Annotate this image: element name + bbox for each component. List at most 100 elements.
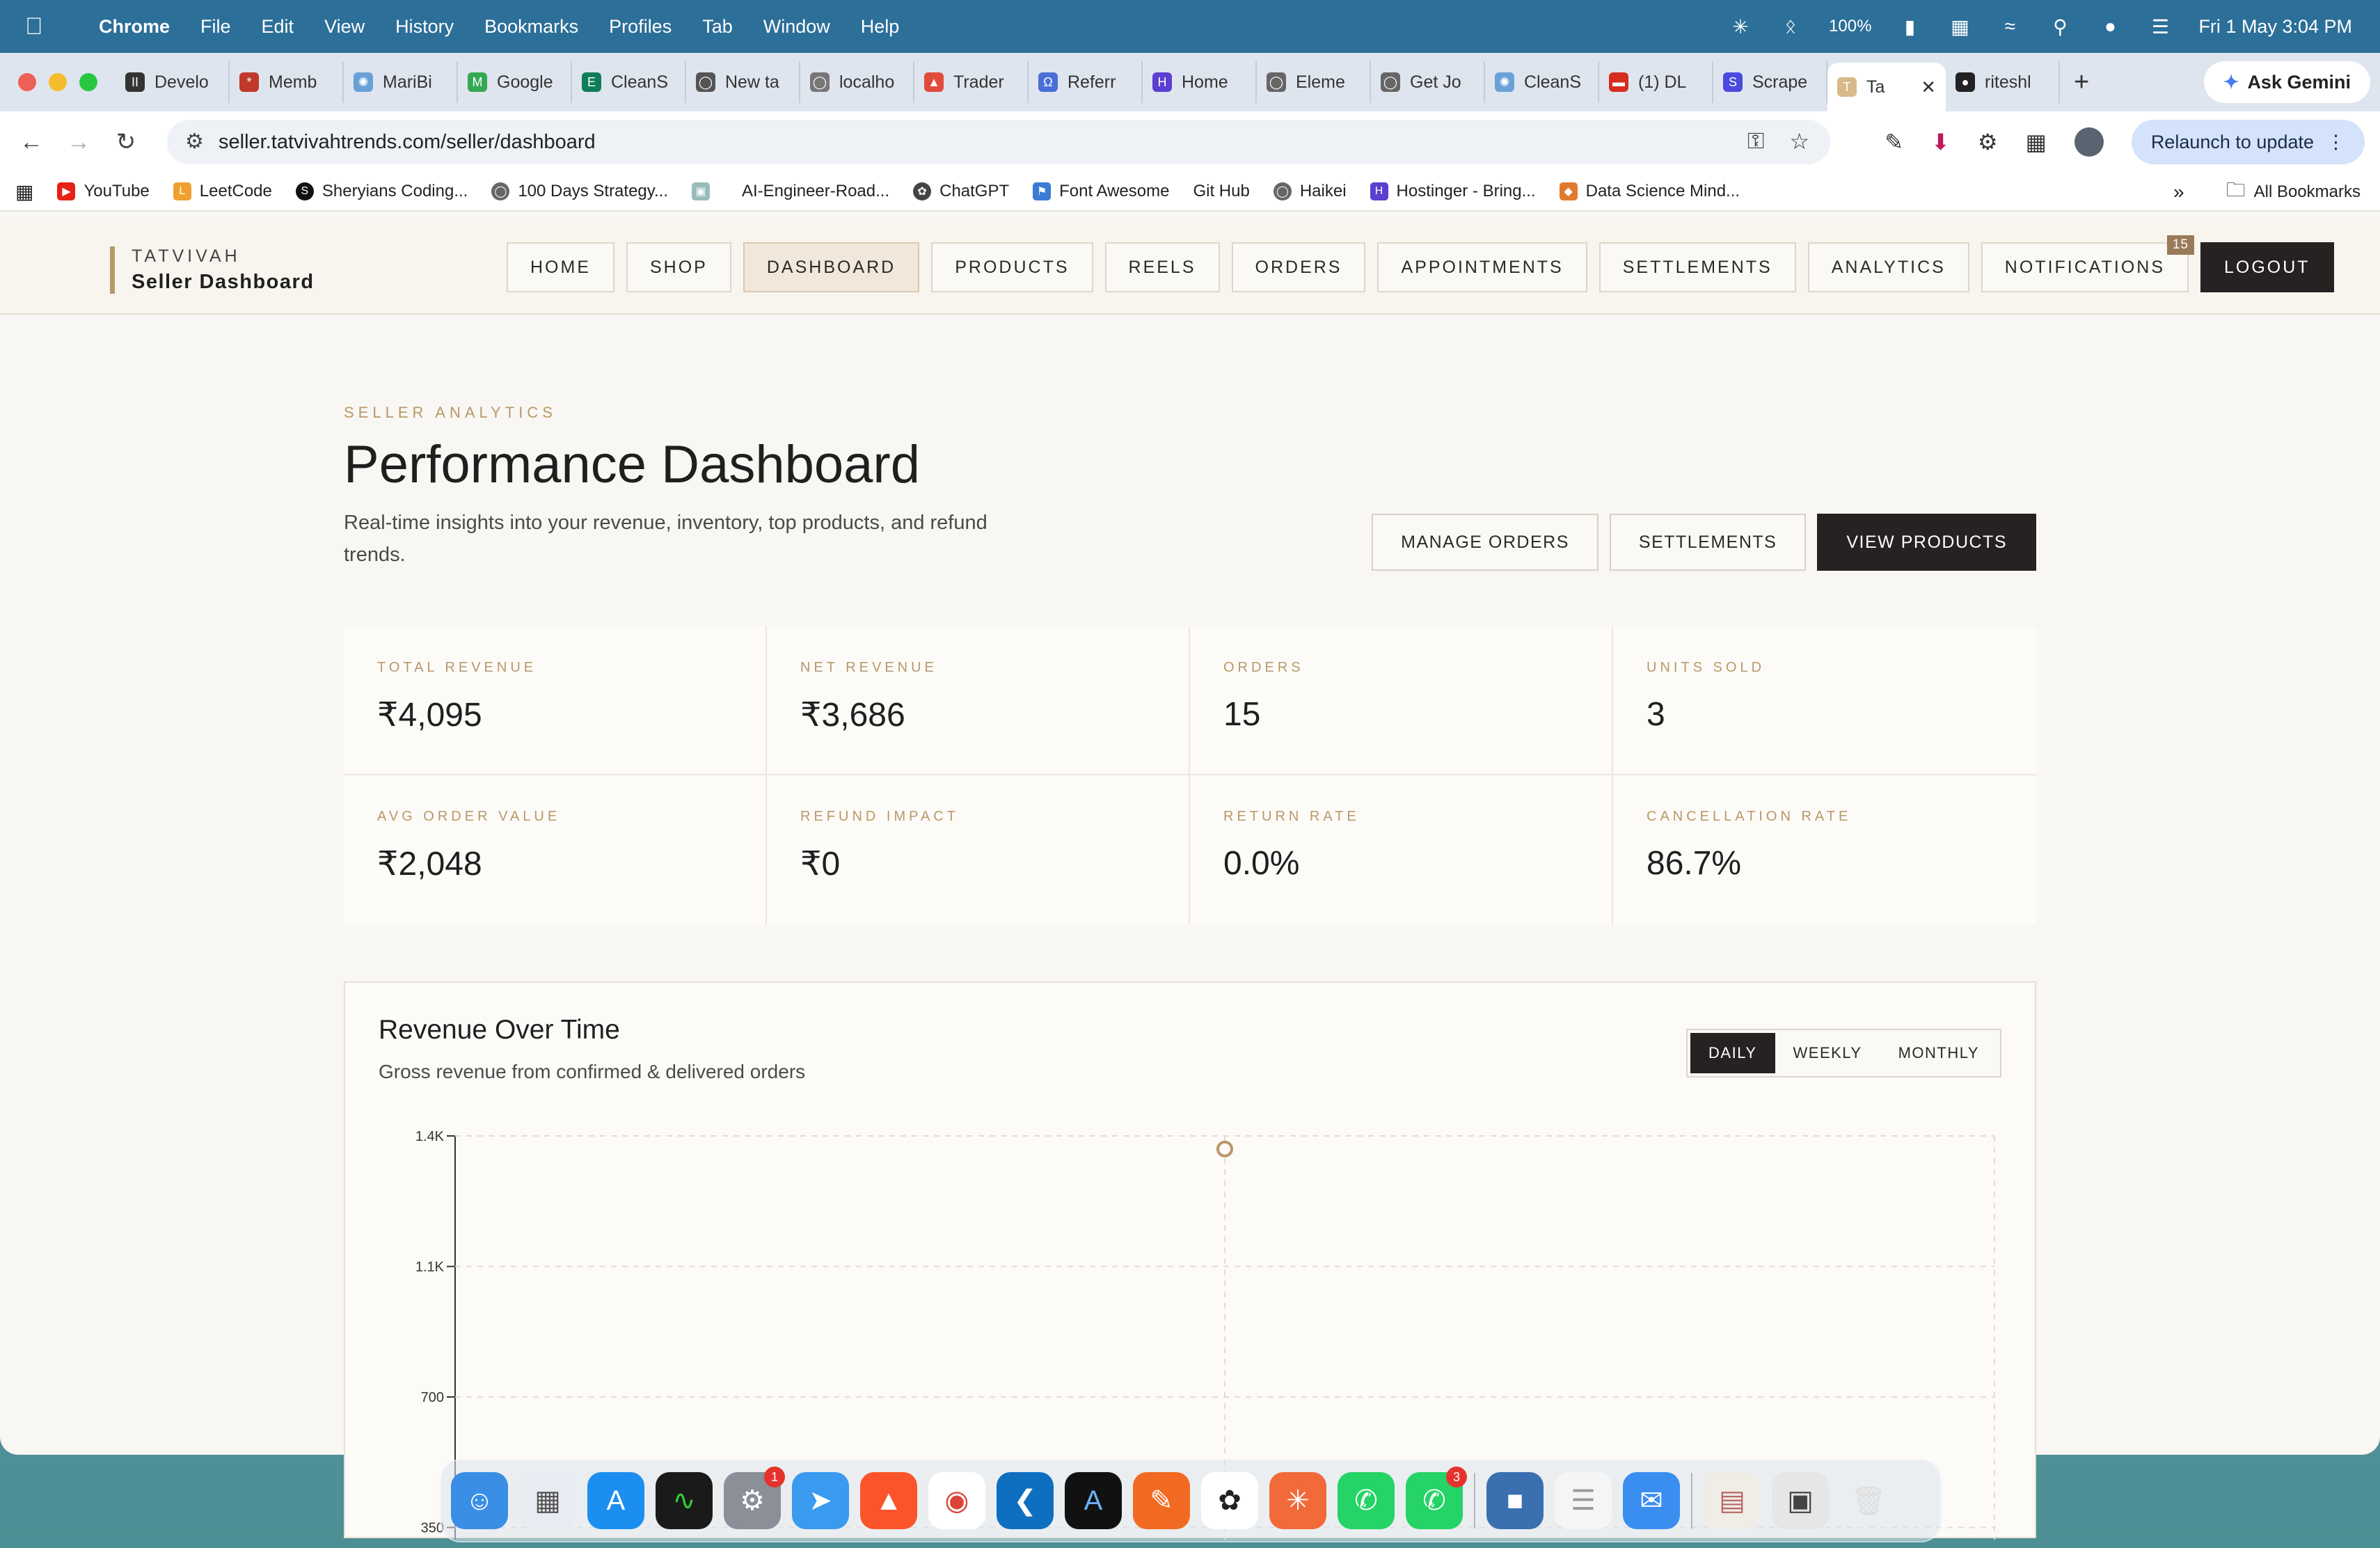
menu-help[interactable]: Help: [861, 16, 900, 38]
settlements-button[interactable]: SETTLEMENTS: [1609, 514, 1807, 571]
brightness-icon[interactable]: ✳: [1729, 16, 1752, 38]
activity-monitor-icon[interactable]: ∿: [656, 1472, 713, 1529]
menu-window[interactable]: Window: [763, 16, 830, 38]
bookmark-ai-engineer[interactable]: AI-Engineer-Road...: [742, 182, 889, 201]
menu-view[interactable]: View: [324, 16, 365, 38]
mail-icon[interactable]: ✉: [1623, 1472, 1680, 1529]
browser-tab[interactable]: Ω Referr: [1029, 61, 1143, 103]
back-arrow-icon[interactable]: ←: [15, 129, 47, 156]
address-bar[interactable]: ⚙ seller.tatvivahtrends.com/seller/dashb…: [167, 120, 1830, 164]
browser-tab[interactable]: ◯ Eleme: [1257, 61, 1371, 103]
browser-tab[interactable]: ◯ Get Jo: [1371, 61, 1485, 103]
extensions-puzzle-icon[interactable]: ⚙: [1978, 129, 1998, 155]
system-settings-icon[interactable]: ⚙ 1: [724, 1467, 785, 1529]
nav-appointments[interactable]: APPOINTMENTS: [1377, 242, 1587, 292]
control-center-icon[interactable]: ☰: [2148, 16, 2172, 38]
arc-icon[interactable]: A: [1065, 1472, 1122, 1529]
close-tab-icon[interactable]: ✕: [1921, 77, 1936, 98]
notes-icon[interactable]: ☰: [1555, 1472, 1612, 1529]
minimize-window-button[interactable]: [49, 73, 67, 91]
downloads-stack-icon[interactable]: ▤: [1704, 1472, 1761, 1529]
zoom-window-button[interactable]: [79, 73, 97, 91]
reload-icon[interactable]: ↻: [110, 128, 142, 156]
more-vertical-icon[interactable]: ⋮: [2326, 132, 2345, 153]
brave-icon[interactable]: ▲: [860, 1472, 917, 1529]
brand[interactable]: TATVIVAH Seller Dashboard: [110, 246, 315, 294]
menubar-clock[interactable]: Fri 1 May 3:04 PM: [2198, 16, 2352, 38]
bookmark-sheryians[interactable]: S Sheryians Coding...: [295, 182, 468, 201]
nav-home[interactable]: HOME: [507, 242, 614, 292]
menu-app-name[interactable]: Chrome: [99, 16, 170, 38]
browser-tab[interactable]: ◯ New ta: [686, 61, 800, 103]
bookmark-star-icon[interactable]: ☆: [1789, 128, 1809, 155]
apple-icon[interactable]: : [25, 13, 67, 40]
site-settings-icon[interactable]: ⚙: [185, 129, 204, 154]
nav-analytics[interactable]: ANALYTICS: [1807, 242, 1969, 292]
browser-tab[interactable]: ● riteshl: [1946, 61, 2060, 103]
nav-settlements[interactable]: SETTLEMENTS: [1598, 242, 1796, 292]
bookmark-leetcode[interactable]: L LeetCode: [173, 182, 272, 201]
apps-grid-icon[interactable]: ▦: [15, 180, 33, 203]
browser-tab[interactable]: ▲ Trader: [914, 61, 1029, 103]
documents-stack-icon[interactable]: ▣: [1772, 1472, 1829, 1529]
browser-tab[interactable]: * Memb: [230, 61, 344, 103]
bookmark-haikei[interactable]: ◯ Haikei: [1273, 182, 1347, 201]
menu-edit[interactable]: Edit: [262, 16, 294, 38]
user-flag-icon[interactable]: ●: [2098, 15, 2122, 37]
nav-reels[interactable]: REELS: [1104, 242, 1220, 292]
whatsapp-icon[interactable]: ✆: [1338, 1472, 1395, 1529]
ask-gemini-button[interactable]: ✦ Ask Gemini: [2203, 61, 2370, 103]
close-window-button[interactable]: [18, 73, 36, 91]
spotlight-search-icon[interactable]: ⚲: [2048, 16, 2072, 38]
menu-history[interactable]: History: [395, 16, 454, 38]
bookmark-chatgpt[interactable]: ✿ ChatGPT: [913, 182, 1009, 201]
nav-logout[interactable]: LOGOUT: [2200, 242, 2334, 292]
eyedropper-extension-icon[interactable]: ✎: [1885, 129, 1903, 155]
bookmark-hostinger[interactable]: H Hostinger - Bring...: [1370, 182, 1536, 201]
menu-file[interactable]: File: [200, 16, 231, 38]
whatsapp-beta-icon[interactable]: ✆ 3: [1406, 1467, 1467, 1529]
nav-orders[interactable]: ORDERS: [1231, 242, 1366, 292]
nav-products[interactable]: PRODUCTS: [931, 242, 1093, 292]
nav-notifications[interactable]: NOTIFICATIONS 15: [1981, 235, 2194, 292]
toggle-weekly[interactable]: WEEKLY: [1775, 1033, 1880, 1073]
safari-icon[interactable]: ➤: [792, 1472, 849, 1529]
menu-profiles[interactable]: Profiles: [609, 16, 672, 38]
launchpad-icon[interactable]: ▦: [519, 1472, 576, 1529]
display-icon[interactable]: ▦: [1948, 16, 1972, 38]
forward-arrow-icon[interactable]: →: [63, 129, 95, 156]
finder-icon[interactable]: ☺: [451, 1472, 508, 1529]
nav-dashboard[interactable]: DASHBOARD: [743, 242, 920, 292]
app-store-icon[interactable]: A: [587, 1472, 644, 1529]
browser-tab[interactable]: M Google: [458, 61, 572, 103]
browser-tab[interactable]: II Develo: [116, 61, 230, 103]
vscode-icon[interactable]: ❮: [997, 1472, 1054, 1529]
bluetooth-icon[interactable]: ᛟ: [1779, 15, 1802, 37]
browser-tab[interactable]: E CleanS: [572, 61, 686, 103]
toggle-daily[interactable]: DAILY: [1690, 1033, 1775, 1073]
bookmark-data-science[interactable]: ◆ Data Science Mind...: [1559, 182, 1740, 201]
browser-tab-active[interactable]: T Ta ✕: [1827, 63, 1946, 111]
all-bookmarks-folder[interactable]: 🗀 All Bookmarks: [2226, 175, 2361, 209]
more-bookmarks-chevron-icon[interactable]: »: [2173, 181, 2184, 203]
bookmark-youtube[interactable]: ▶ YouTube: [57, 182, 150, 201]
browser-tab[interactable]: ✺ MariBi: [344, 61, 458, 103]
toggle-monthly[interactable]: MONTHLY: [1880, 1033, 1997, 1073]
browser-tab[interactable]: S Scrape: [1713, 61, 1827, 103]
browser-tab[interactable]: ✺ CleanS: [1485, 61, 1599, 103]
wifi-icon[interactable]: ≈: [1998, 15, 2022, 37]
browser-tab[interactable]: ◯ localho: [800, 61, 914, 103]
pages-pen-icon[interactable]: ✎: [1133, 1472, 1190, 1529]
relaunch-to-update-button[interactable]: Relaunch to update ⋮: [2131, 120, 2365, 164]
claude-icon[interactable]: ✳: [1269, 1472, 1326, 1529]
chatgpt-app-icon[interactable]: ✿: [1201, 1472, 1258, 1529]
manage-orders-button[interactable]: MANAGE ORDERS: [1372, 514, 1598, 571]
battery-icon[interactable]: ▮: [1898, 16, 1921, 38]
chrome-icon[interactable]: ◉: [928, 1472, 985, 1529]
new-tab-icon[interactable]: +: [2074, 68, 2102, 97]
bookmark-github[interactable]: Git Hub: [1193, 182, 1249, 201]
address-url[interactable]: seller.tatvivahtrends.com/seller/dashboa…: [219, 131, 596, 154]
browser-tab[interactable]: H Home: [1143, 61, 1257, 103]
trash-icon[interactable]: 🗑: [1840, 1472, 1897, 1529]
view-products-button[interactable]: VIEW PRODUCTS: [1817, 514, 2036, 571]
